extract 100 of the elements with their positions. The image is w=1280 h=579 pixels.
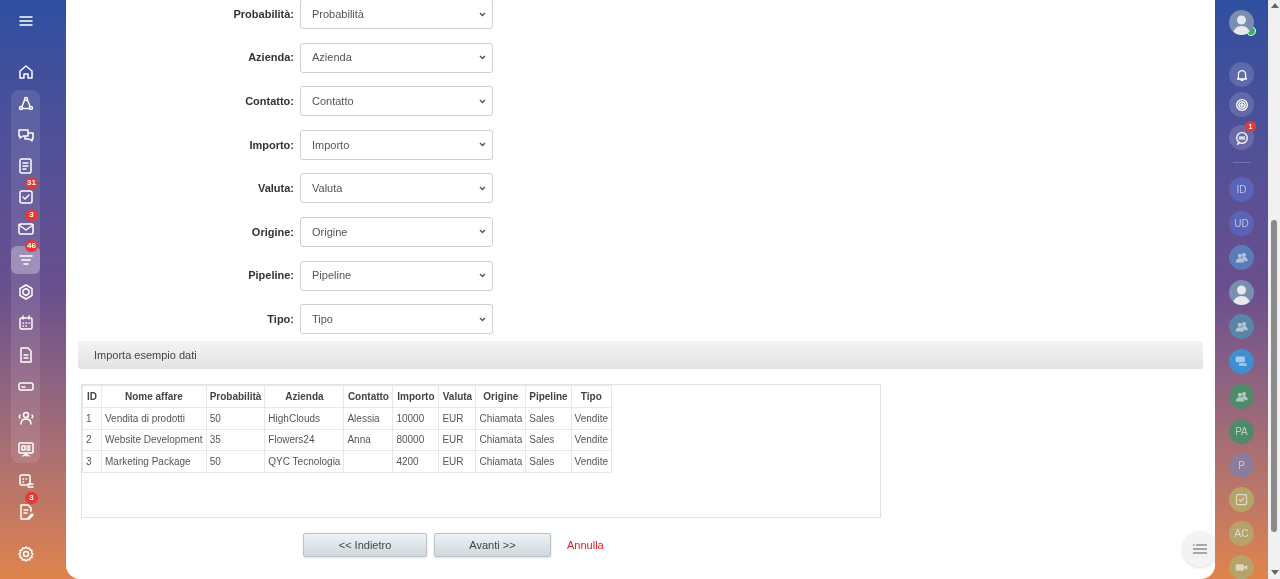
- table-cell: Chiamata: [475, 429, 526, 451]
- column-header: Contatto: [343, 385, 393, 408]
- checkbox-icon: [1234, 492, 1249, 507]
- table-cell: 4200: [392, 450, 439, 473]
- column-header: Origine: [475, 385, 526, 408]
- group-icon: [1234, 389, 1249, 404]
- cancel-link[interactable]: Annulla: [567, 536, 604, 554]
- list-button[interactable]: [1182, 531, 1215, 567]
- field-label: Azienda:: [247, 50, 295, 66]
- table-cell: Sales: [525, 407, 572, 430]
- chevron-down-icon: [479, 273, 486, 279]
- table-cell: Flowers24: [264, 429, 344, 451]
- table-cell: EUR: [438, 407, 476, 430]
- chevron-down-icon: [479, 11, 486, 17]
- table-cell: Vendite: [571, 407, 612, 430]
- home-icon: [16, 63, 35, 81]
- table-cell: 3: [82, 450, 102, 473]
- field-label: Probabilità:: [232, 6, 295, 22]
- select-field[interactable]: Contatto: [300, 86, 493, 117]
- chevron-down-icon: [479, 142, 486, 148]
- user-avatar[interactable]: [1229, 10, 1254, 35]
- table-cell: 50: [206, 450, 265, 473]
- column-header: Tipo: [571, 385, 612, 408]
- table-cell: 50: [206, 407, 265, 430]
- column-header: Azienda: [264, 385, 344, 408]
- table-cell: Sales: [525, 450, 572, 473]
- column-header: Nome affare: [101, 385, 207, 408]
- calendar-list-icon: [16, 472, 35, 490]
- table-cell: 10000: [392, 407, 439, 430]
- next-button[interactable]: Avanti >>: [434, 533, 551, 558]
- sidebar-button[interactable]: [1229, 62, 1254, 87]
- select-field[interactable]: Origine: [300, 216, 493, 247]
- table-cell: 80000: [392, 429, 439, 451]
- table-cell: EUR: [438, 429, 476, 451]
- field-label: Tipo:: [266, 311, 295, 327]
- chevron-down-icon: [479, 185, 486, 191]
- chat-avatar[interactable]: [1229, 349, 1254, 374]
- calendar-icon: [16, 314, 35, 332]
- nodes-icon: [16, 95, 35, 113]
- chevron-down-icon: [479, 316, 486, 322]
- select-field[interactable]: Valuta: [300, 173, 493, 204]
- field-label: Valuta:: [256, 181, 295, 197]
- table-cell: Anna: [343, 429, 393, 451]
- checkbox-icon: [16, 188, 35, 206]
- field-label: Origine:: [250, 224, 295, 240]
- scroll-down-arrow[interactable]: [1271, 570, 1279, 575]
- field-label: Pipeline:: [247, 268, 295, 284]
- sidebar-item[interactable]: [11, 246, 40, 274]
- table-cell: Website Development: [101, 429, 207, 451]
- gear-icon: [16, 545, 35, 563]
- notification-badge: 46: [25, 240, 38, 252]
- table-cell: 35: [206, 429, 265, 451]
- chevron-down-icon: [479, 55, 486, 61]
- select-field[interactable]: Tipo: [300, 304, 493, 335]
- back-button[interactable]: << Indietro: [303, 533, 427, 558]
- table-cell: 2: [82, 429, 102, 451]
- chevron-down-icon: [479, 98, 486, 104]
- chat-icon: [1233, 129, 1250, 146]
- chat-avatar[interactable]: [1229, 555, 1254, 579]
- table-cell: QYC Tecnologia: [264, 450, 344, 473]
- table-cell: Marketing Package: [101, 450, 207, 473]
- table-cell: Chiamata: [475, 407, 526, 430]
- section-title: Importa esempio dati: [94, 347, 197, 363]
- select-field[interactable]: Pipeline: [300, 260, 493, 291]
- table-cell: Vendite: [571, 429, 612, 451]
- scrollbar-thumb[interactable]: [1271, 220, 1277, 532]
- field-label: Importo:: [248, 137, 295, 153]
- chat-avatar[interactable]: [1229, 487, 1254, 512]
- user-avatar[interactable]: [1229, 280, 1254, 305]
- chat-icon: [16, 126, 35, 144]
- table-cell: EUR: [438, 450, 476, 473]
- chat-avatar[interactable]: [1229, 245, 1254, 270]
- select-field[interactable]: Azienda: [300, 42, 493, 73]
- column-header: Valuta: [438, 385, 476, 408]
- hexagon-icon: [16, 283, 35, 301]
- table-cell: Sales: [525, 429, 572, 451]
- table-cell: Chiamata: [475, 450, 526, 473]
- column-header: Pipeline: [525, 385, 572, 408]
- envelope-icon: [16, 220, 35, 238]
- people-icon: [16, 409, 35, 427]
- select-field[interactable]: Probabilità: [300, 0, 493, 29]
- column-header: Importo: [392, 385, 439, 408]
- table-cell: HighClouds: [264, 407, 344, 430]
- list-icon: [1193, 544, 1207, 554]
- notification-badge: 3: [25, 209, 38, 221]
- column-header: Probabilità: [206, 385, 265, 408]
- group-icon: [1234, 319, 1249, 334]
- table-cell: Alessia: [343, 407, 393, 430]
- column-header: ID: [82, 385, 102, 408]
- newspaper-icon: [16, 157, 35, 175]
- table-cell: Vendita di prodotti: [101, 407, 207, 430]
- chat-avatar[interactable]: [1229, 384, 1254, 409]
- group-icon: [1234, 250, 1249, 265]
- sidebar-button[interactable]: [1229, 92, 1254, 117]
- select-field[interactable]: Importo: [300, 129, 493, 160]
- chat-bubble-icon: [1234, 354, 1249, 369]
- scroll-up-arrow[interactable]: [1271, 3, 1279, 8]
- field-label: Contatto:: [244, 93, 295, 109]
- chat-avatar[interactable]: [1229, 314, 1254, 339]
- table-cell: 1: [82, 407, 102, 430]
